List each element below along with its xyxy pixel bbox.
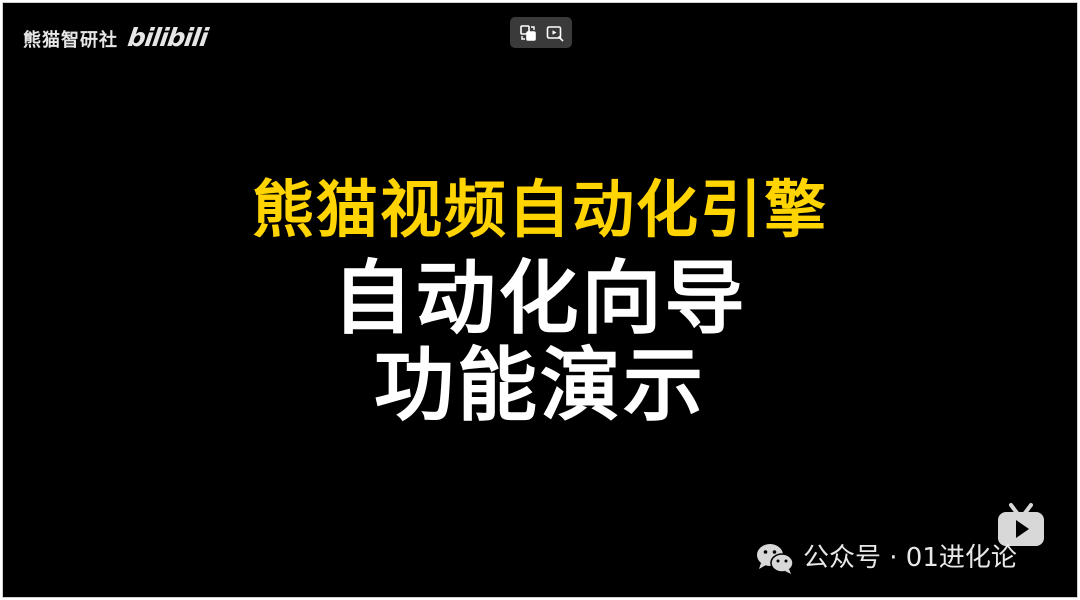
wechat-icon xyxy=(757,544,794,574)
title-line-3: 功能演示 xyxy=(374,339,706,432)
watermark-text: 熊猫智研社 xyxy=(23,30,118,51)
play-window-button[interactable] xyxy=(544,22,566,44)
account-text: 公众号 · 01进化论 xyxy=(803,543,1017,573)
watermark: 熊猫智研社 bilibili xyxy=(23,23,210,52)
account-label: 公众号 · 01进化论 xyxy=(755,541,1017,575)
title-line-2: 自动化向导 xyxy=(332,252,748,345)
switch-screen-icon xyxy=(519,24,536,41)
video-player[interactable]: 熊猫智研社 bilibili 熊猫视频自动化引擎 自动化向导 功能演示 公众号 … xyxy=(2,2,1078,598)
switch-screen-button[interactable] xyxy=(517,22,539,44)
play-window-icon xyxy=(546,25,564,42)
bilibili-logo: bilibili xyxy=(125,23,210,52)
video-controls xyxy=(510,17,572,48)
title-line-1: 熊猫视频自动化引擎 xyxy=(251,173,828,246)
